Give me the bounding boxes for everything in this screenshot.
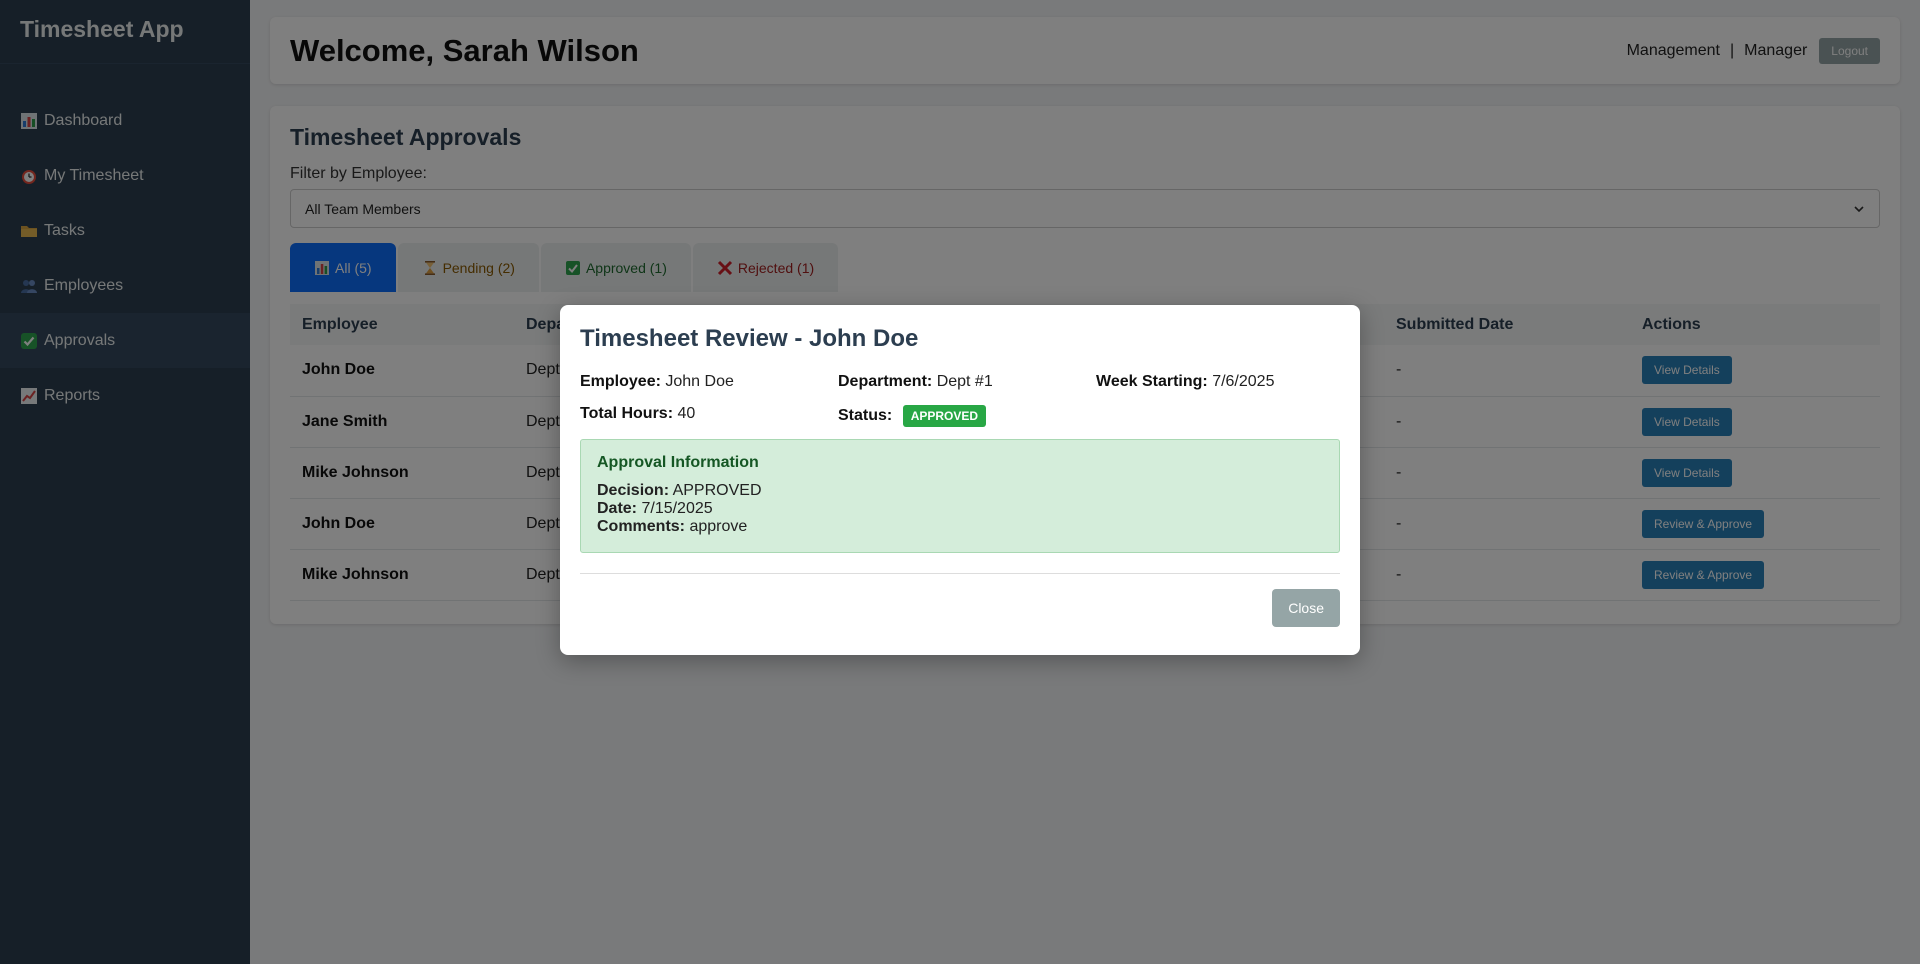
modal-title: Timesheet Review - John Doe xyxy=(580,325,919,352)
date-label: Date: xyxy=(597,500,638,517)
modal-divider xyxy=(580,573,1340,574)
approval-heading: Approval Information xyxy=(597,454,759,471)
info-week-starting: Week Starting: 7/6/2025 xyxy=(1096,373,1354,391)
modal-footer: Close xyxy=(580,589,1340,627)
info-department: Department: Dept #1 xyxy=(838,373,1096,391)
approval-date: Date: 7/15/2025 xyxy=(597,500,1323,518)
info-total-hours: Total Hours: 40 xyxy=(580,405,838,427)
info-status: Status: APPROVED xyxy=(838,405,1096,427)
approval-comments: Comments: approve xyxy=(597,518,1323,536)
info-employee: Employee: John Doe xyxy=(580,373,838,391)
info-department-label: Department: xyxy=(838,373,933,390)
timesheet-review-modal: Timesheet Review - John Doe Employee: Jo… xyxy=(560,305,1360,655)
close-button[interactable]: Close xyxy=(1272,589,1340,627)
decision-label: Decision: xyxy=(597,482,670,499)
timesheet-info: Employee: John Doe Department: Dept #1 W… xyxy=(580,373,1340,427)
comments-value: approve xyxy=(689,518,748,535)
date-value: 7/15/2025 xyxy=(641,500,713,517)
info-week-value: 7/6/2025 xyxy=(1212,373,1275,390)
approval-decision: Decision: APPROVED xyxy=(597,482,1323,500)
comments-label: Comments: xyxy=(597,518,686,535)
info-hours-label: Total Hours: xyxy=(580,405,674,422)
info-employee-label: Employee: xyxy=(580,373,661,390)
info-hours-value: 40 xyxy=(677,405,696,422)
info-department-value: Dept #1 xyxy=(936,373,993,390)
approval-information-box: Approval Information Decision: APPROVED … xyxy=(580,439,1340,553)
info-status-label: Status: xyxy=(838,407,893,424)
decision-value: APPROVED xyxy=(672,482,762,499)
status-badge: APPROVED xyxy=(902,405,987,427)
info-week-label: Week Starting: xyxy=(1096,373,1208,390)
info-employee-value: John Doe xyxy=(665,373,734,390)
